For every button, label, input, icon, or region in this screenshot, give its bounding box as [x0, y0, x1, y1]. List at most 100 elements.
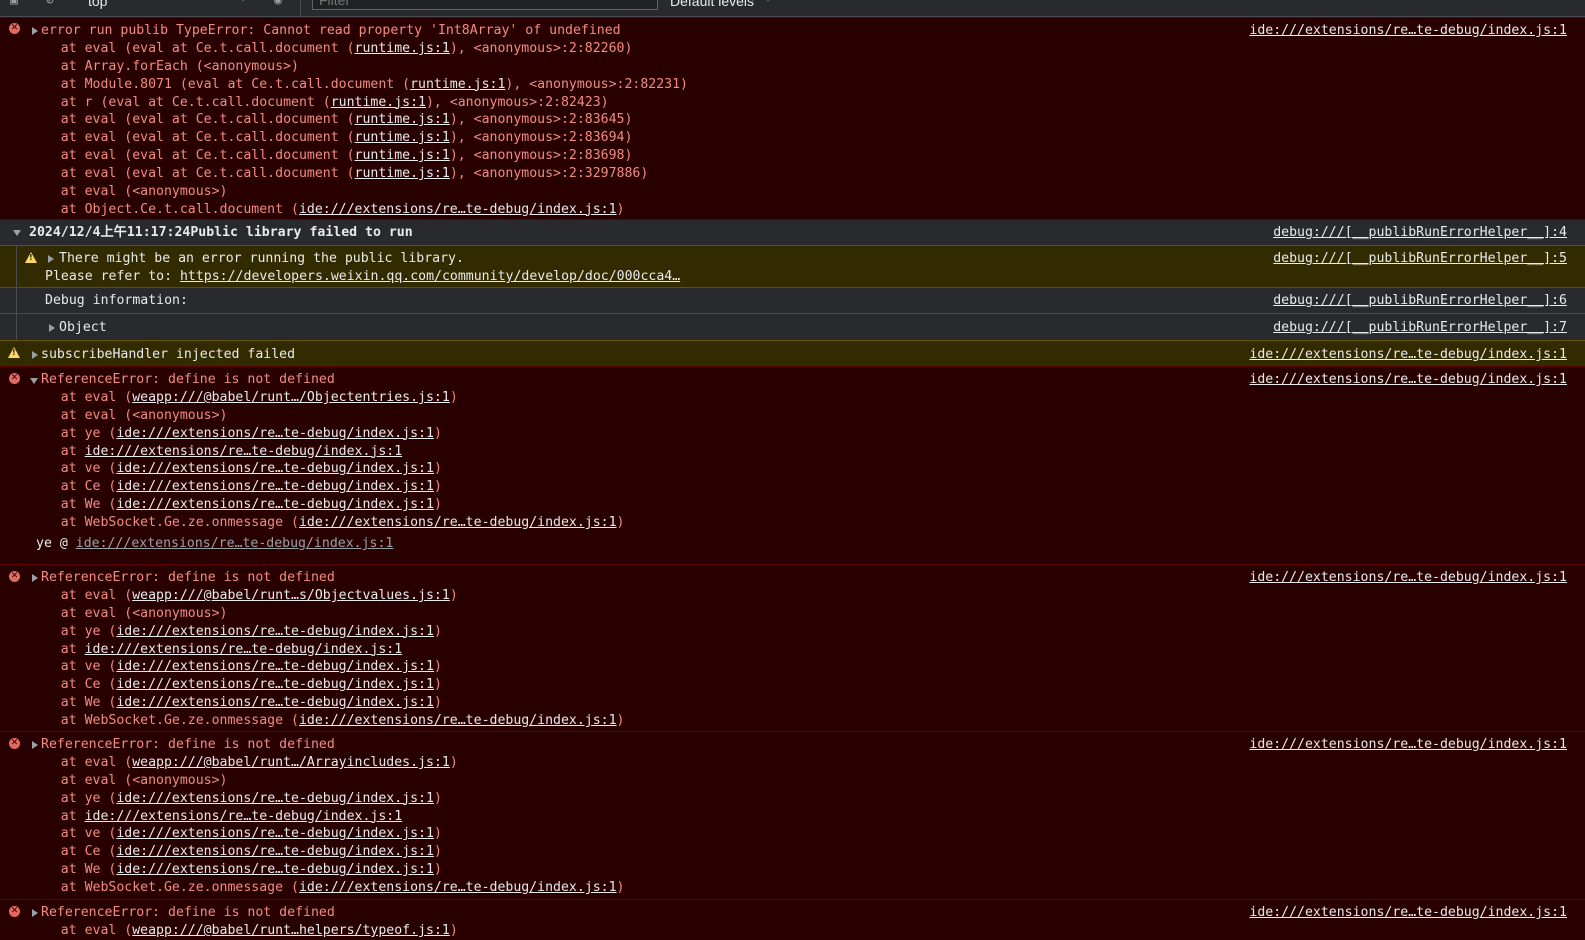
frame-text-suffix: )	[433, 479, 442, 495]
refer-label: Please refer to:	[45, 269, 180, 284]
stack-frame: at eval (<anonymous>)	[29, 407, 228, 425]
frame-source-link[interactable]: weapp:///@babel/runt…s/Objectvalues.js:1	[132, 588, 450, 603]
expand-arrow-icon[interactable]	[32, 909, 38, 917]
warning-source-link[interactable]: ide:///extensions/re…te-debug/index.js:1	[1249, 346, 1567, 364]
frame-text: at	[29, 641, 85, 657]
frame-text: at ye (	[29, 425, 117, 441]
expand-arrow-icon[interactable]	[32, 741, 38, 749]
object-label[interactable]: Object	[59, 319, 107, 337]
stack-frame: at Ce (ide:///extensions/re…te-debug/ind…	[29, 843, 442, 861]
frame-text: at eval (<anonymous>)	[29, 772, 228, 788]
frame-text: at Array.forEach (<anonymous>)	[29, 58, 299, 74]
group-title: 2024/12/4上午11:17:24Public library failed…	[29, 225, 413, 240]
console-group-header[interactable]: 2024/12/4上午11:17:24Public library failed…	[0, 219, 1585, 245]
frame-source-link[interactable]: runtime.js:1	[410, 77, 505, 92]
frame-text: at eval (eval at Ce.t.call.document (	[29, 130, 355, 146]
live-expression-eye-icon[interactable]: ◉	[274, 0, 288, 8]
frame-source-link[interactable]: ide:///extensions/re…te-debug/index.js:1	[299, 713, 617, 728]
message-text: ReferenceError: define is not defined	[41, 570, 335, 585]
context-selector[interactable]: top	[82, 0, 258, 11]
frame-source-link[interactable]: weapp:///@babel/runt…/Objectentries.js:1	[132, 390, 450, 405]
message-source-link[interactable]: ide:///extensions/re…te-debug/index.js:1	[1249, 736, 1567, 754]
frame-text: at ve (	[29, 826, 117, 842]
error-icon: ✕	[9, 373, 20, 384]
frame-text-suffix: ), <anonymous>:2:3297886)	[449, 165, 649, 181]
frame-text: at eval (eval at Ce.t.call.document (	[29, 41, 355, 56]
frame-source-link[interactable]: weapp:///@babel/runt…helpers/typeof.js:1	[132, 923, 450, 938]
sidebar-toggle-icon[interactable]: ▣	[10, 0, 24, 8]
frame-source-link[interactable]: ide:///extensions/re…te-debug/index.js:1	[116, 659, 434, 674]
frame-source-link[interactable]: ide:///extensions/re…te-debug/index.js:1	[85, 444, 403, 459]
frame-text: at Object.Ce.t.call.document (	[29, 201, 299, 217]
group-gutter	[16, 314, 17, 341]
expand-arrow-icon[interactable]	[49, 324, 55, 332]
stack-frame: at eval (weapp:///@babel/runt…/Objectent…	[29, 389, 458, 407]
frame-text-suffix: ), <anonymous>:2:83645)	[449, 112, 633, 128]
error-icon: ✕	[9, 23, 20, 34]
warning-source-link[interactable]: debug:///[__publibRunErrorHelper__]:5	[1273, 250, 1567, 268]
frame-text-suffix: )	[449, 923, 458, 938]
frame-source-link[interactable]: ide:///extensions/re…te-debug/index.js:1	[116, 844, 434, 859]
frame-source-link[interactable]: ide:///extensions/re…te-debug/index.js:1	[116, 862, 434, 877]
frame-source-link[interactable]: runtime.js:1	[355, 41, 450, 56]
console-message-error: ✕ ReferenceError: define is not defined …	[0, 366, 1585, 564]
frame-source-link[interactable]: runtime.js:1	[355, 112, 450, 127]
frame-text: at ve (	[29, 461, 117, 477]
expand-arrow-icon[interactable]	[32, 351, 38, 359]
stack-frame: at eval (<anonymous>)	[29, 772, 228, 790]
frame-source-link[interactable]: ide:///extensions/re…te-debug/index.js:1	[116, 624, 434, 639]
frame-text-suffix: )	[616, 712, 625, 728]
message-source-link[interactable]: ide:///extensions/re…te-debug/index.js:1	[1249, 371, 1567, 389]
message-source-link[interactable]: ide:///extensions/re…te-debug/index.js:1	[1249, 22, 1567, 40]
frame-source-link[interactable]: runtime.js:1	[355, 148, 450, 163]
frame-source-link[interactable]: ide:///extensions/re…te-debug/index.js:1	[116, 461, 434, 476]
frame-source-link[interactable]: runtime.js:1	[331, 95, 426, 110]
frame-source-link[interactable]: ide:///extensions/re…te-debug/index.js:1	[116, 826, 434, 841]
stack-link[interactable]: ide:///extensions/re…te-debug/index.js:1	[76, 536, 394, 551]
debug-info-source-link[interactable]: debug:///[__publibRunErrorHelper__]:6	[1273, 292, 1567, 310]
frame-text: at eval (	[29, 390, 133, 405]
stack-frame: at eval (eval at Ce.t.call.document (run…	[29, 129, 633, 147]
frame-source-link[interactable]: ide:///extensions/re…te-debug/index.js:1	[116, 695, 434, 710]
frame-source-link[interactable]: runtime.js:1	[355, 130, 450, 145]
message-source-link[interactable]: ide:///extensions/re…te-debug/index.js:1	[1249, 569, 1567, 587]
refer-link[interactable]: https://developers.weixin.qq.com/communi…	[180, 269, 680, 284]
frame-source-link[interactable]: ide:///extensions/re…te-debug/index.js:1	[85, 642, 403, 657]
frame-source-link[interactable]: ide:///extensions/re…te-debug/index.js:1	[116, 479, 434, 494]
frame-text: at We (	[29, 497, 117, 513]
log-levels-dropdown[interactable]: Default levels	[670, 0, 754, 11]
frame-source-link[interactable]: ide:///extensions/re…te-debug/index.js:1	[299, 515, 617, 530]
expand-arrow-icon[interactable]	[32, 574, 38, 582]
object-source-link[interactable]: debug:///[__publibRunErrorHelper__]:7	[1273, 319, 1567, 337]
frame-source-link[interactable]: ide:///extensions/re…te-debug/index.js:1	[116, 677, 434, 692]
frame-source-link[interactable]: ide:///extensions/re…te-debug/index.js:1	[299, 202, 617, 217]
stack-frame: at WebSocket.Ge.ze.onmessage (ide:///ext…	[29, 879, 625, 897]
frame-text: at eval (<anonymous>)	[29, 407, 228, 423]
stack-frame: at eval (<anonymous>)	[29, 605, 228, 623]
frame-text-suffix: )	[433, 862, 442, 878]
frame-source-link[interactable]: ide:///extensions/re…te-debug/index.js:1	[116, 497, 434, 512]
clear-console-icon[interactable]: ⊘	[46, 0, 60, 8]
stack-frame: at Object.Ce.t.call.document (ide:///ext…	[29, 201, 625, 219]
warning-text: There might be an error running the publ…	[59, 251, 464, 266]
frame-source-link[interactable]: ide:///extensions/re…te-debug/index.js:1	[116, 791, 434, 806]
frame-source-link[interactable]: weapp:///@babel/runt…/Arrayincludes.js:1	[132, 755, 450, 770]
message-source-link[interactable]: ide:///extensions/re…te-debug/index.js:1	[1249, 904, 1567, 922]
frame-source-link[interactable]: ide:///extensions/re…te-debug/index.js:1	[299, 880, 617, 895]
frame-text-suffix: )	[449, 588, 458, 603]
collapse-arrow-icon[interactable]	[30, 378, 38, 384]
warning-refer-line: Please refer to: https://developers.weix…	[45, 268, 680, 286]
frame-source-link[interactable]: ide:///extensions/re…te-debug/index.js:1	[116, 426, 434, 441]
collapse-arrow-icon[interactable]	[13, 230, 21, 236]
frame-text: at We (	[29, 862, 117, 878]
expand-arrow-icon[interactable]	[32, 27, 38, 35]
group-source-link[interactable]: debug:///[__publibRunErrorHelper__]:4	[1273, 224, 1567, 242]
filter-input[interactable]	[312, 0, 658, 10]
frame-text: at eval (eval at Ce.t.call.document (	[29, 112, 355, 128]
frame-text-suffix: )	[449, 390, 458, 405]
expand-arrow-icon[interactable]	[48, 255, 54, 263]
frame-text: at WebSocket.Ge.ze.onmessage (	[29, 712, 299, 728]
frame-source-link[interactable]: ide:///extensions/re…te-debug/index.js:1	[85, 809, 403, 824]
frame-source-link[interactable]: runtime.js:1	[355, 166, 450, 181]
error-icon: ✕	[9, 571, 20, 582]
